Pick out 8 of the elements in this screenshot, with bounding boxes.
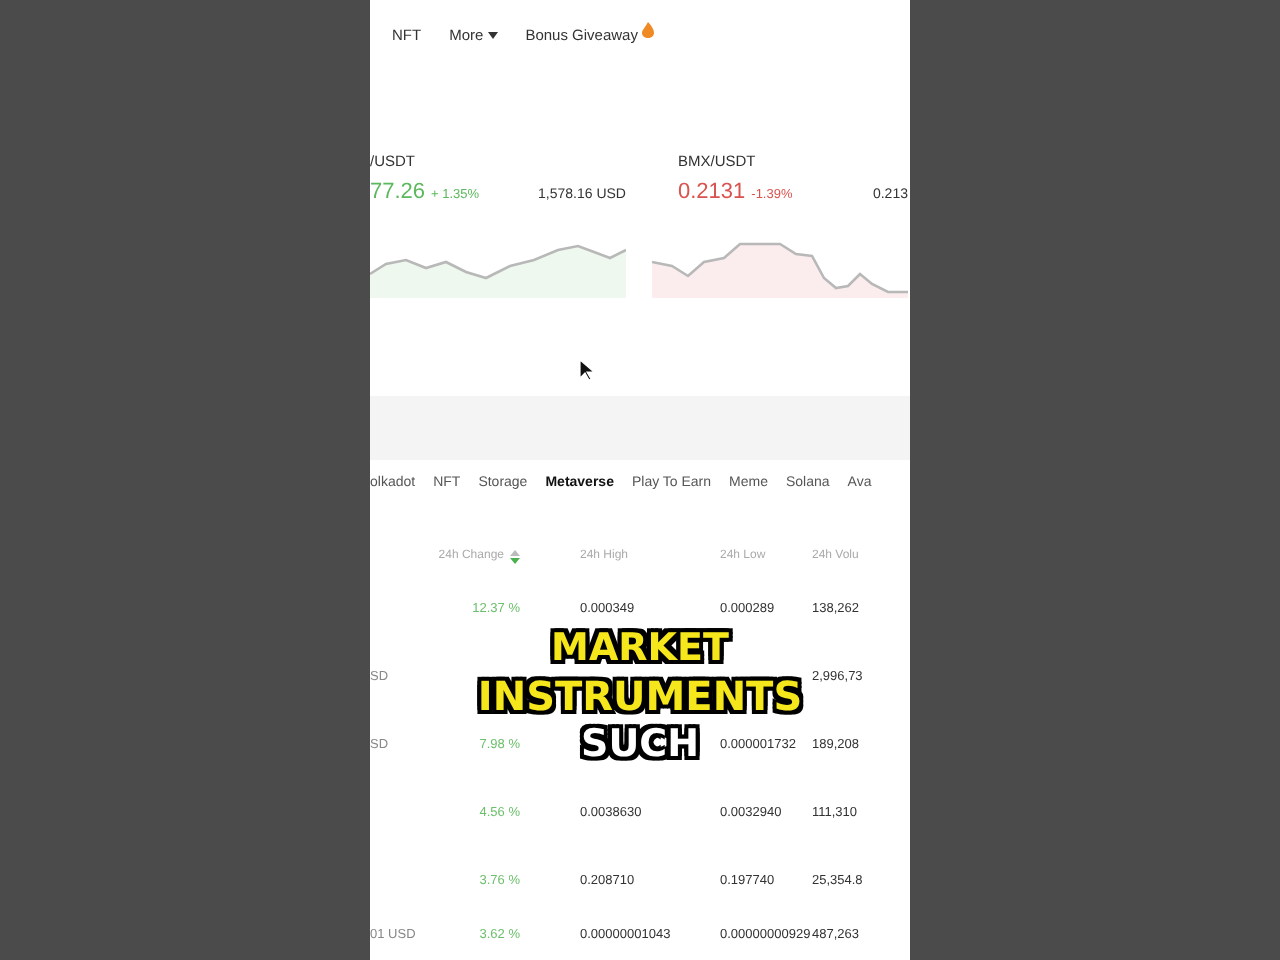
price-text: 0.2131	[678, 178, 746, 208]
cursor-icon	[580, 360, 594, 380]
caret-icon	[487, 32, 498, 40]
caption-text: MARKET	[551, 624, 729, 672]
price-text: 77.26	[370, 178, 426, 208]
caption-text: INSTRUMENTS	[477, 672, 803, 720]
sort-icon[interactable]	[510, 549, 520, 563]
caption-text: SUCH	[581, 720, 699, 768]
